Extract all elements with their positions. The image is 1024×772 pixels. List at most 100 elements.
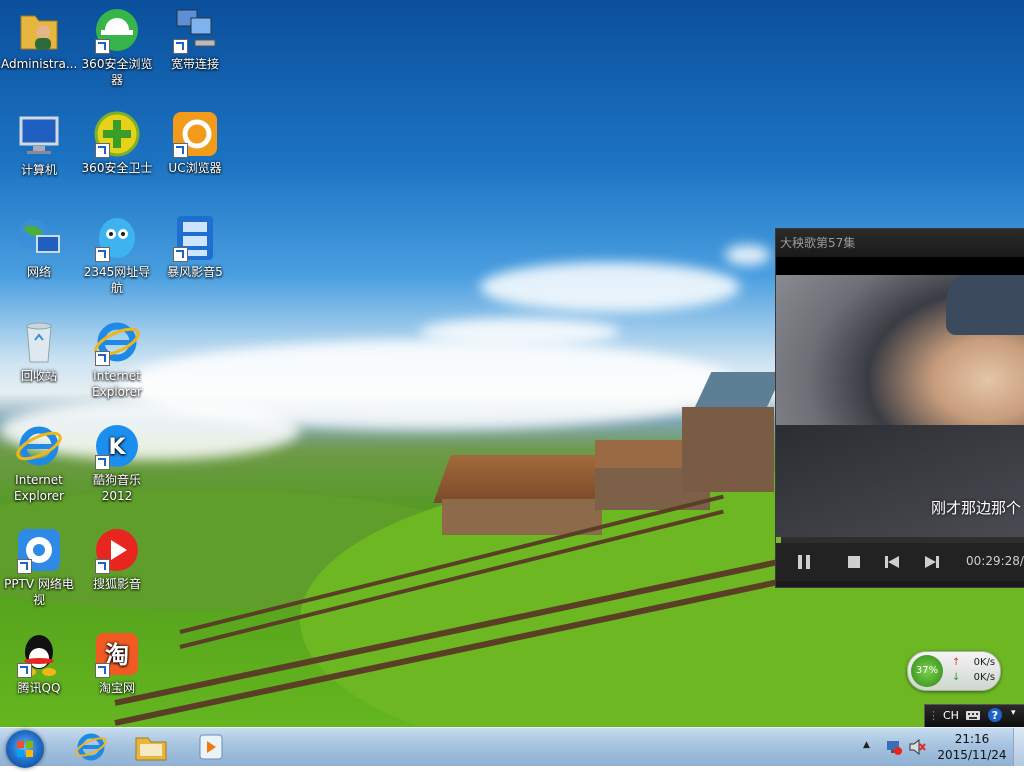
- shortcut-arrow-icon: [95, 455, 110, 470]
- shortcut-arrow-icon: [95, 351, 110, 366]
- shortcut-arrow-icon: [173, 39, 188, 54]
- clock[interactable]: 21:16 2015/11/24: [934, 731, 1010, 763]
- pause-icon[interactable]: [796, 554, 812, 570]
- desktop-icon-network[interactable]: 网络: [1, 214, 77, 280]
- previous-icon[interactable]: [884, 554, 900, 570]
- language-bar[interactable]: ⋮ CH ? ▾: [924, 704, 1024, 728]
- desktop-icon-qq[interactable]: 腾讯QQ: [1, 630, 77, 696]
- desktop-icon-label: UC浏览器: [168, 161, 222, 175]
- keyboard-icon[interactable]: [965, 708, 981, 725]
- kugou-music-icon: K: [93, 422, 141, 470]
- computer-icon: [15, 112, 63, 160]
- desktop-icon-label: Administra...: [1, 57, 78, 71]
- desktop-icon-label: 暴风影音5: [167, 265, 223, 279]
- cloud: [725, 245, 770, 265]
- shortcut-arrow-icon: [95, 39, 110, 54]
- video-frame[interactable]: 刚才那边那个: [776, 275, 1024, 537]
- langbar-grip-icon[interactable]: ⋮: [928, 709, 939, 722]
- browser-360-icon: [93, 6, 141, 54]
- desktop-icon-broadband[interactable]: 宽带连接: [157, 6, 233, 72]
- taskbar-explorer-button[interactable]: [128, 730, 174, 764]
- shortcut-arrow-icon: [95, 663, 110, 678]
- user-folder-icon: [15, 6, 63, 54]
- network-icon: [15, 214, 63, 262]
- taskbar-ie-button[interactable]: [68, 730, 114, 764]
- desktop-icon-360-security[interactable]: 360安全卫士: [79, 110, 155, 176]
- desktop-icon-label: 回收站: [20, 369, 57, 383]
- desktop-icon-pptv[interactable]: PPTV 网络电视: [1, 526, 77, 608]
- desktop-icon-label: 酷狗音乐2012: [92, 473, 141, 503]
- player-title[interactable]: 大秧歌第57集: [776, 229, 1024, 257]
- desktop-icon-baofeng[interactable]: 暴风影音5: [157, 214, 233, 280]
- desktop-icon-ie[interactable]: Internet Explorer: [1, 422, 77, 504]
- desktop-icon-ie-shortcut[interactable]: Internet Explorer: [79, 318, 155, 400]
- show-desktop-button[interactable]: [1013, 728, 1024, 766]
- desktop-icon-administrator[interactable]: Administra...: [1, 6, 77, 72]
- taskbar: ▲ 21:16 2015/11/24: [0, 727, 1024, 768]
- barn: [682, 372, 784, 492]
- desktop-icon-uc-browser[interactable]: UC浏览器: [157, 110, 233, 176]
- nav-2345-icon: [93, 214, 141, 262]
- shortcut-arrow-icon: [95, 559, 110, 574]
- download-speed: 0K/s: [973, 672, 996, 683]
- uc-browser-icon: [171, 110, 219, 158]
- start-button[interactable]: [6, 730, 44, 768]
- player-time: 00:29:28/0: [966, 554, 1024, 568]
- input-language[interactable]: CH: [943, 709, 959, 722]
- video-hat: [946, 275, 1024, 335]
- video-coat: [776, 425, 1024, 537]
- shortcut-arrow-icon: [173, 143, 188, 158]
- desktop-icon-label: 360安全卫士: [81, 161, 153, 175]
- desktop-icon-kugou[interactable]: K 酷狗音乐2012: [79, 422, 155, 504]
- ie-icon: [15, 422, 63, 470]
- show-hidden-icons-arrow[interactable]: ▲: [863, 740, 870, 750]
- desktop-icon-label: 淘宝网: [98, 681, 135, 695]
- pptv-icon: [15, 526, 63, 574]
- video-player-window[interactable]: 大秧歌第57集 刚才那边那个 00:29:28/0: [775, 228, 1024, 588]
- desktop-icon-taobao[interactable]: 淘 淘宝网: [79, 630, 155, 696]
- player-subtitle: 刚才那边那个: [931, 499, 1022, 517]
- sohu-video-icon: [93, 526, 141, 574]
- desktop-icon-label: 腾讯QQ: [17, 681, 61, 695]
- clock-date: 2015/11/24: [937, 748, 1007, 762]
- desktop-icon-sohu[interactable]: 搜狐影音: [79, 526, 155, 592]
- help-icon[interactable]: ?: [987, 707, 1003, 726]
- upload-row: ↑ 0K/s: [952, 657, 995, 668]
- cloud: [480, 262, 740, 312]
- desktop-icon-computer[interactable]: 计算机: [1, 112, 77, 178]
- barn: [433, 455, 611, 535]
- player-controls: 00:29:28/0: [776, 543, 1024, 581]
- shortcut-arrow-icon: [17, 559, 32, 574]
- desktop-icon-label: Internet Explorer: [14, 473, 64, 503]
- langbar-options-icon[interactable]: ▾: [1011, 708, 1016, 718]
- desktop-icon-360-browser[interactable]: 360安全浏览器: [79, 6, 155, 88]
- desktop-icon-label: 宽带连接: [170, 57, 219, 71]
- windows-logo-icon: [17, 741, 33, 757]
- svg-text:K: K: [108, 435, 126, 460]
- player-top-bar: [776, 257, 1024, 275]
- upload-speed: 0K/s: [973, 657, 996, 668]
- desktop-icon-label: PPTV 网络电视: [4, 577, 74, 607]
- desktop-icon-recycle-bin[interactable]: 回收站: [1, 318, 77, 384]
- desktop-icon-label: Internet Explorer: [92, 369, 142, 399]
- baofeng-player-icon: [171, 214, 219, 262]
- shortcut-arrow-icon: [17, 663, 32, 678]
- stop-icon[interactable]: [846, 554, 862, 570]
- next-icon[interactable]: [924, 554, 940, 570]
- desktop-icon-label: 网络: [26, 265, 51, 279]
- desktop-icon-2345[interactable]: 2345网址导航: [79, 214, 155, 296]
- shortcut-arrow-icon: [95, 143, 110, 158]
- desktop-icon-label: 360安全浏览器: [81, 57, 153, 87]
- network-tray-icon[interactable]: [885, 738, 903, 760]
- desktop-icon-label: 计算机: [20, 163, 57, 177]
- taskbar-media-button[interactable]: [188, 730, 234, 764]
- media-player-icon: [199, 734, 223, 760]
- upload-arrow-icon: ↑: [952, 657, 961, 668]
- broadband-connection-icon: [171, 6, 219, 54]
- desktop-icon-label: 2345网址导航: [83, 265, 151, 295]
- network-speed-widget[interactable]: 37% ↑ 0K/s ↓ 0K/s: [907, 651, 1001, 691]
- download-row: ↓ 0K/s: [952, 672, 995, 683]
- recycle-bin-icon: [15, 318, 63, 366]
- volume-muted-icon[interactable]: [908, 738, 926, 760]
- shortcut-arrow-icon: [95, 247, 110, 262]
